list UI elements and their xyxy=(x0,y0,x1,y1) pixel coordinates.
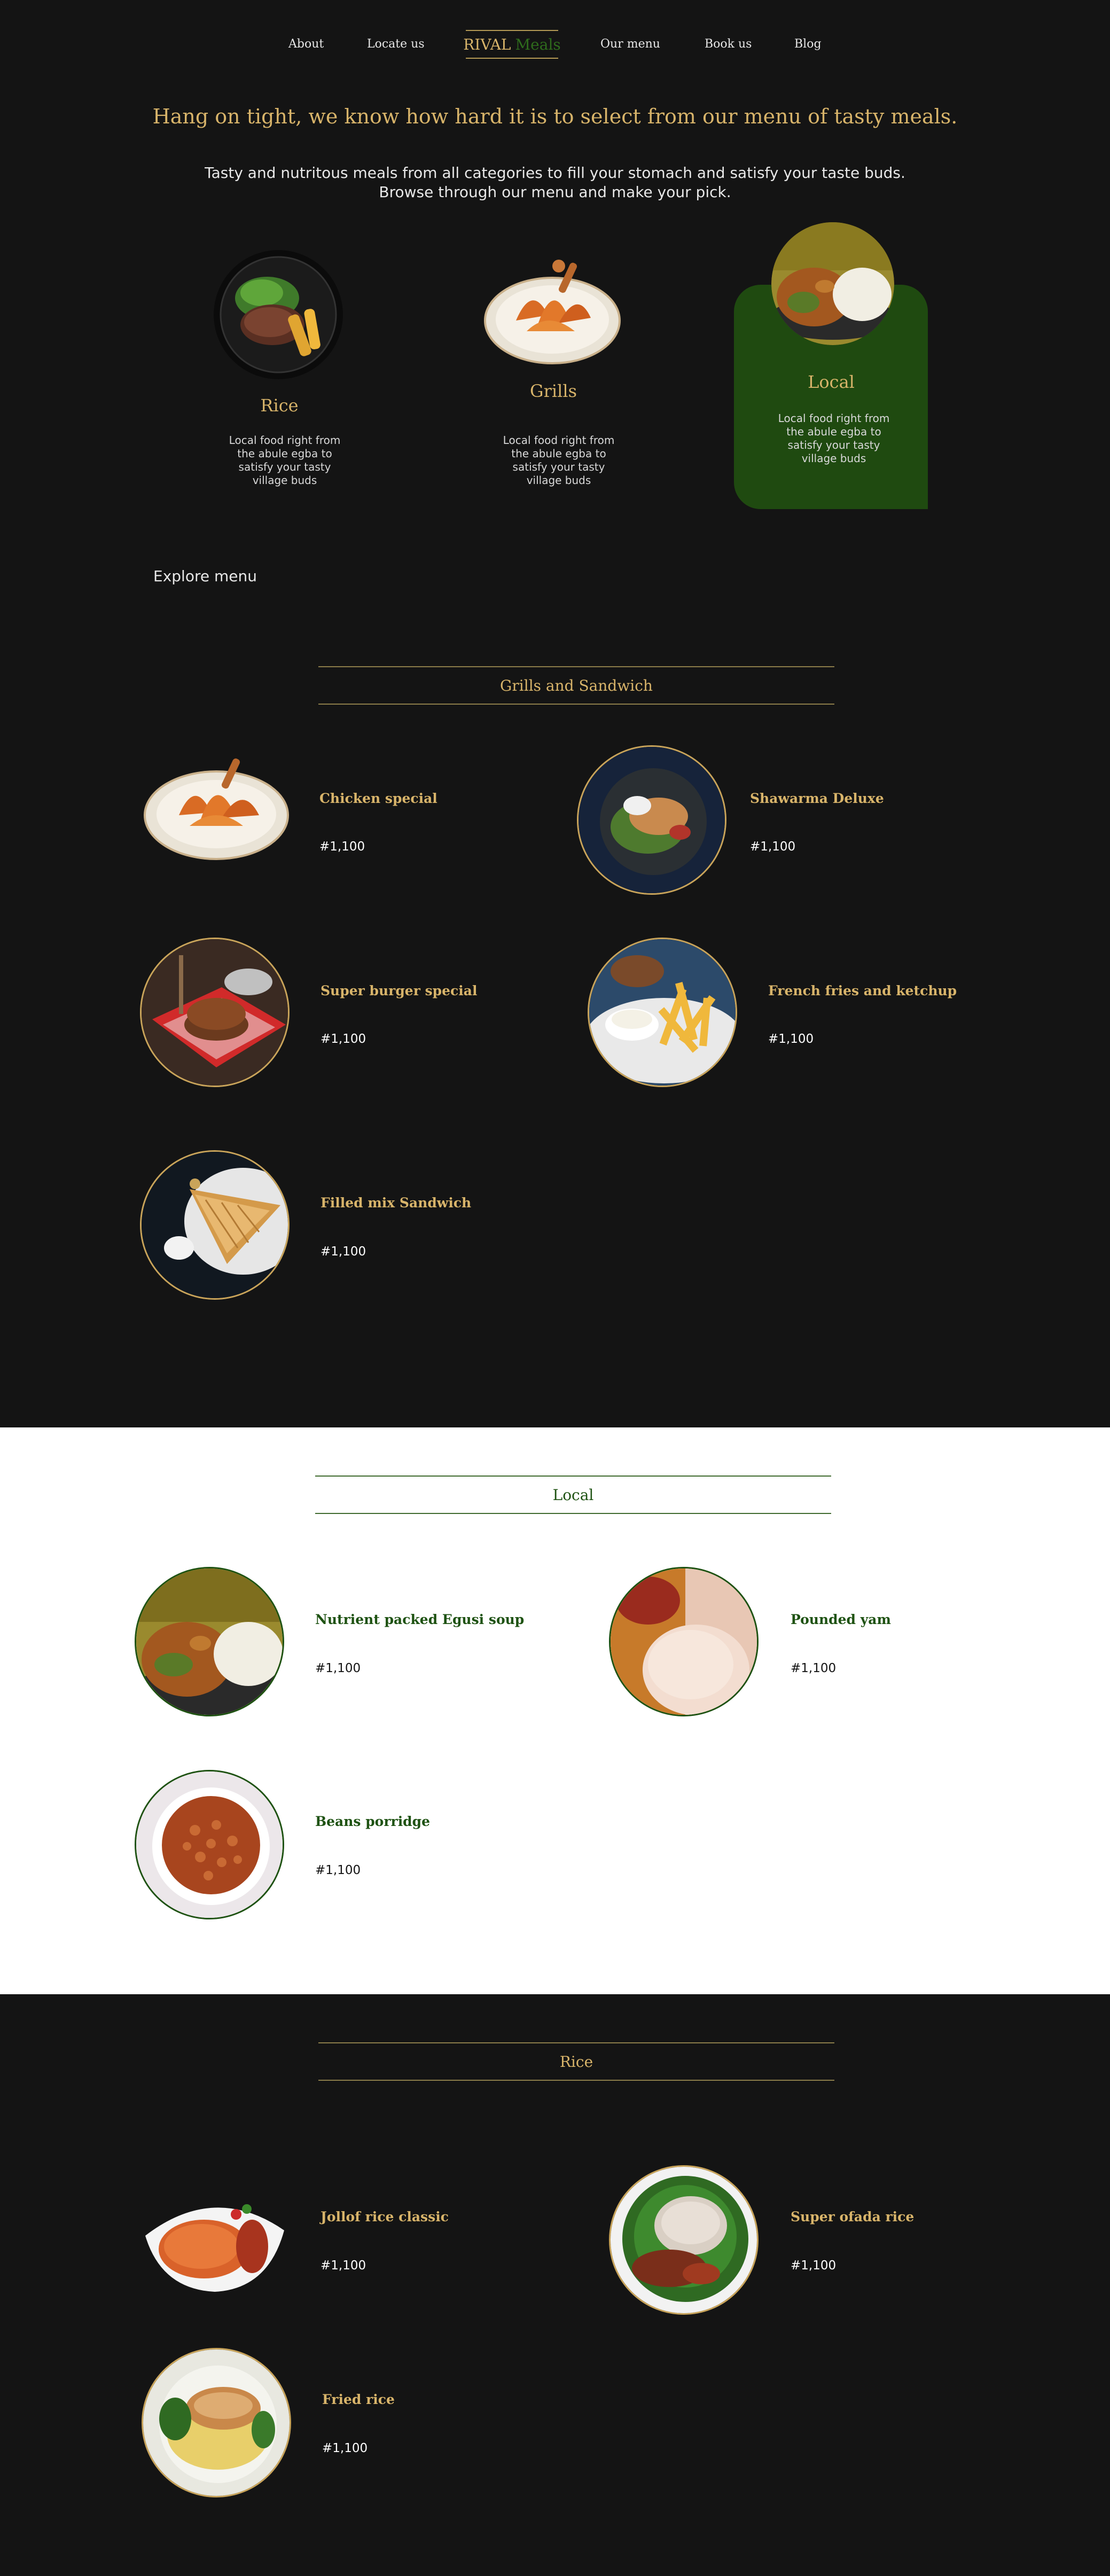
menu-item-price: #1,100 xyxy=(319,840,365,854)
hero-subtitle-line1: Tasty and nutritous meals from all categ… xyxy=(205,164,905,182)
menu-item-name[interactable]: Chicken special xyxy=(319,791,437,806)
nav-locate-us[interactable]: Locate us xyxy=(367,37,425,51)
menu-item-price: #1,100 xyxy=(750,840,796,854)
fried-rice-image[interactable] xyxy=(142,2348,291,2497)
mix-sandwich-image[interactable] xyxy=(140,1150,290,1300)
menu-item-name[interactable]: French fries and ketchup xyxy=(768,983,957,998)
menu-item-name[interactable]: Shawarma Deluxe xyxy=(750,791,884,806)
menu-item-price: #1,100 xyxy=(791,1661,837,1675)
menu-item-price: #1,100 xyxy=(768,1032,814,1046)
nav-blog[interactable]: Blog xyxy=(794,37,822,51)
chicken-special-image[interactable] xyxy=(142,756,291,863)
local-category-title[interactable]: Local xyxy=(735,372,927,392)
local-category-desc: Local food right from the abule egba to … xyxy=(778,412,890,465)
brand-logo[interactable]: RIVAL Meals xyxy=(463,30,561,59)
menu-item-price: #1,100 xyxy=(315,1863,361,1877)
nav-about[interactable]: About xyxy=(288,37,324,51)
rice-category-image[interactable] xyxy=(214,250,343,379)
french-fries-image[interactable] xyxy=(588,938,737,1087)
local-section-title: Local xyxy=(552,1486,594,1504)
menu-item-name[interactable]: Filled mix Sandwich xyxy=(321,1195,471,1211)
menu-item-name[interactable]: Nutrient packed Egusi soup xyxy=(315,1612,524,1627)
rice-section-title: Rice xyxy=(559,2052,593,2071)
grills-category-desc: Local food right from the abule egba to … xyxy=(503,434,615,487)
hero-subtitle: Tasty and nutritous meals from all categ… xyxy=(0,163,1110,202)
grills-category-title[interactable]: Grills xyxy=(457,381,650,401)
rice-category-desc: Local food right from the abule egba to … xyxy=(229,434,341,487)
explore-menu-link[interactable]: Explore menu xyxy=(153,567,257,585)
super-burger-image[interactable] xyxy=(140,938,290,1087)
shawarma-deluxe-image[interactable] xyxy=(577,745,726,895)
menu-item-price: #1,100 xyxy=(321,1245,366,1259)
grills-section-title: Grills and Sandwich xyxy=(500,676,653,694)
brand-name: RIVAL xyxy=(463,35,511,53)
menu-item-price: #1,100 xyxy=(315,1661,361,1675)
local-section-header: Local xyxy=(315,1476,831,1514)
nav-our-menu[interactable]: Our menu xyxy=(600,37,660,51)
grills-category-image[interactable] xyxy=(484,251,621,369)
ofada-rice-image[interactable] xyxy=(609,2165,759,2315)
brand-sub: Meals xyxy=(515,35,561,53)
menu-item-price: #1,100 xyxy=(321,1032,366,1046)
menu-item-price: #1,100 xyxy=(322,2441,368,2455)
grills-section-header: Grills and Sandwich xyxy=(318,666,834,705)
menu-item-price: #1,100 xyxy=(791,2259,837,2273)
jollof-rice-image[interactable] xyxy=(140,2188,290,2294)
rice-category-title[interactable]: Rice xyxy=(183,395,376,416)
menu-item-name[interactable]: Pounded yam xyxy=(791,1612,891,1627)
nav-book-us[interactable]: Book us xyxy=(705,37,752,51)
local-category-image[interactable] xyxy=(771,222,894,345)
rice-section-header: Rice xyxy=(318,2042,834,2081)
menu-item-name[interactable]: Beans porridge xyxy=(315,1814,430,1829)
pounded-yam-image[interactable] xyxy=(609,1567,759,1716)
menu-item-name[interactable]: Super ofada rice xyxy=(791,2209,914,2224)
beans-porridge-image[interactable] xyxy=(135,1770,284,1919)
menu-item-price: #1,100 xyxy=(321,2259,366,2273)
egusi-soup-image[interactable] xyxy=(135,1567,284,1716)
menu-item-name[interactable]: Jollof rice classic xyxy=(321,2209,449,2224)
hero-headline: Hang on tight, we know how hard it is to… xyxy=(152,105,958,128)
menu-item-name[interactable]: Super burger special xyxy=(321,983,477,998)
menu-item-name[interactable]: Fried rice xyxy=(322,2392,395,2407)
hero-subtitle-line2: Browse through our menu and make your pi… xyxy=(379,183,731,201)
